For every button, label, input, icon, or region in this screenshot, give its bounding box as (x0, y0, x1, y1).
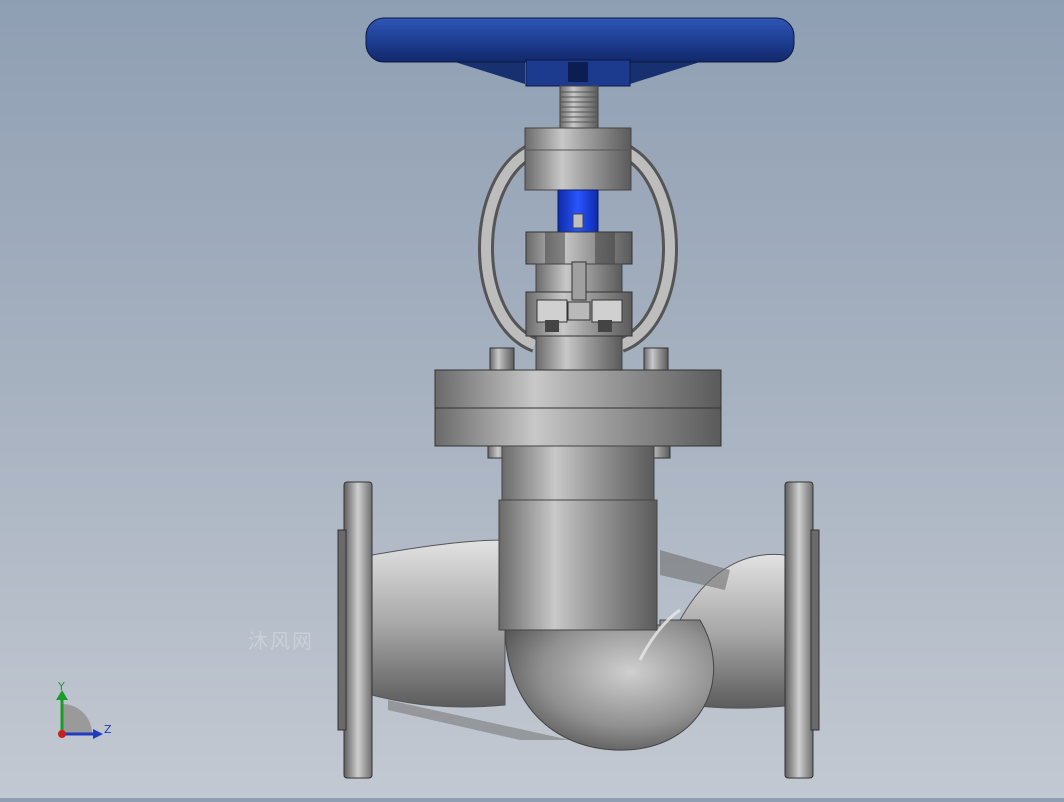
triad-z-arrow (93, 729, 103, 739)
bonnet-flange (434, 369, 722, 447)
inlet-pipe (371, 539, 506, 708)
handwheel-nut (568, 62, 588, 82)
3d-viewport[interactable]: Y Z (0, 0, 1064, 798)
body-neck (501, 445, 655, 503)
triad-z-label: Z (104, 723, 112, 736)
gland-lever (571, 261, 587, 301)
outlet-flange (784, 481, 820, 779)
packing-nut (525, 231, 633, 265)
stem-sleeve (557, 189, 599, 237)
inlet-flange (337, 481, 373, 779)
globe-valve-model[interactable]: Y Z (0, 0, 1064, 798)
triad-x-axis (58, 730, 66, 738)
body-bowl (504, 619, 715, 751)
orientation-triad[interactable]: Y Z (56, 680, 112, 739)
yoke-top-bushing (524, 127, 632, 191)
handwheel-rim (365, 17, 795, 63)
handwheel[interactable] (365, 17, 795, 87)
body-cylinder (498, 499, 658, 631)
threaded-stem (559, 85, 599, 129)
triad-xy-plane (62, 704, 92, 733)
watermark: 沐风网 (248, 629, 314, 653)
handwheel-spoke-right (630, 62, 700, 84)
stem-pin (572, 213, 584, 229)
triad-y-label: Y (57, 680, 65, 693)
outlet-web (660, 550, 730, 590)
handwheel-spoke-left (455, 62, 525, 84)
